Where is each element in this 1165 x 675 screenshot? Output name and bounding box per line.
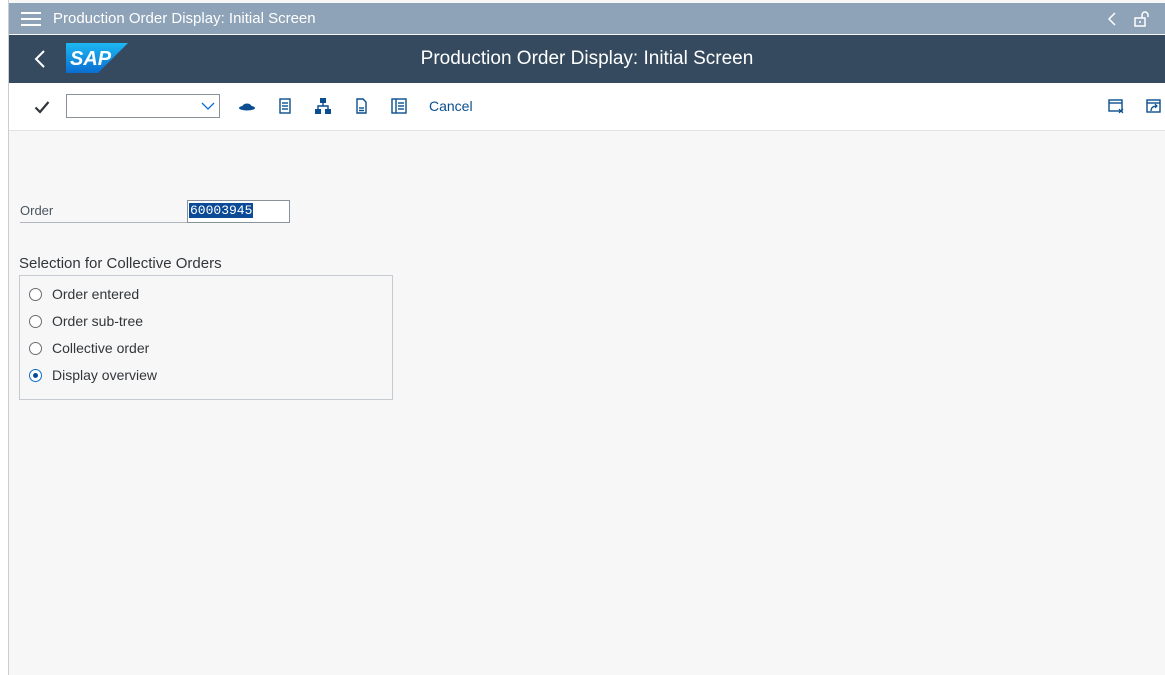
enter-button[interactable] <box>31 96 53 118</box>
shell-title: Production Order Display: Initial Screen <box>53 10 316 27</box>
radio-display-overview[interactable]: Display overview <box>29 367 157 383</box>
selection-group-title: Selection for Collective Orders <box>19 255 222 272</box>
page-title: Production Order Display: Initial Screen <box>420 48 754 69</box>
chevron-down-icon[interactable] <box>201 99 215 113</box>
chevron-left-icon[interactable] <box>1107 11 1117 26</box>
shell-right-icons <box>1107 3 1151 34</box>
app-header: SAP Production Order Display: Initial Sc… <box>9 35 1165 83</box>
radio-label: Order sub-tree <box>52 313 144 329</box>
radio-button[interactable] <box>29 314 42 328</box>
cancel-button[interactable]: Cancel <box>429 98 473 114</box>
external-link-icon[interactable] <box>1145 97 1163 115</box>
shell-bar: Production Order Display: Initial Screen <box>9 3 1165 34</box>
document-list-icon[interactable] <box>276 97 294 115</box>
order-label: Order <box>20 203 188 223</box>
new-window-icon[interactable] <box>1107 97 1125 115</box>
menu-icon[interactable] <box>21 11 41 26</box>
selection-group: Order entered Order sub-tree Collective … <box>19 275 393 400</box>
radio-label: Order entered <box>52 286 140 302</box>
radio-order-sub-tree[interactable]: Order sub-tree <box>29 313 143 329</box>
toolbar: Cancel <box>9 83 1165 131</box>
command-input[interactable] <box>71 96 195 118</box>
radio-button-selected[interactable] <box>29 368 42 382</box>
main-content: Order 60003945 Selection for Collective … <box>9 131 1165 675</box>
radio-button[interactable] <box>29 287 42 301</box>
left-border <box>0 0 9 675</box>
unlock-icon[interactable] <box>1133 10 1151 28</box>
radio-collective-order[interactable]: Collective order <box>29 340 149 356</box>
hierarchy-icon[interactable] <box>314 97 332 115</box>
order-value: 60003945 <box>189 203 254 218</box>
checkmark-icon <box>34 101 50 114</box>
radio-label: Collective order <box>52 340 150 356</box>
radio-order-entered[interactable]: Order entered <box>29 286 139 302</box>
form-icon[interactable] <box>390 97 408 115</box>
copy-icon[interactable] <box>352 97 370 115</box>
hat-icon[interactable] <box>238 97 256 115</box>
radio-label: Display overview <box>52 367 158 383</box>
radio-button[interactable] <box>29 341 42 355</box>
order-input[interactable]: 60003945 <box>187 200 290 223</box>
command-field[interactable] <box>66 94 220 118</box>
